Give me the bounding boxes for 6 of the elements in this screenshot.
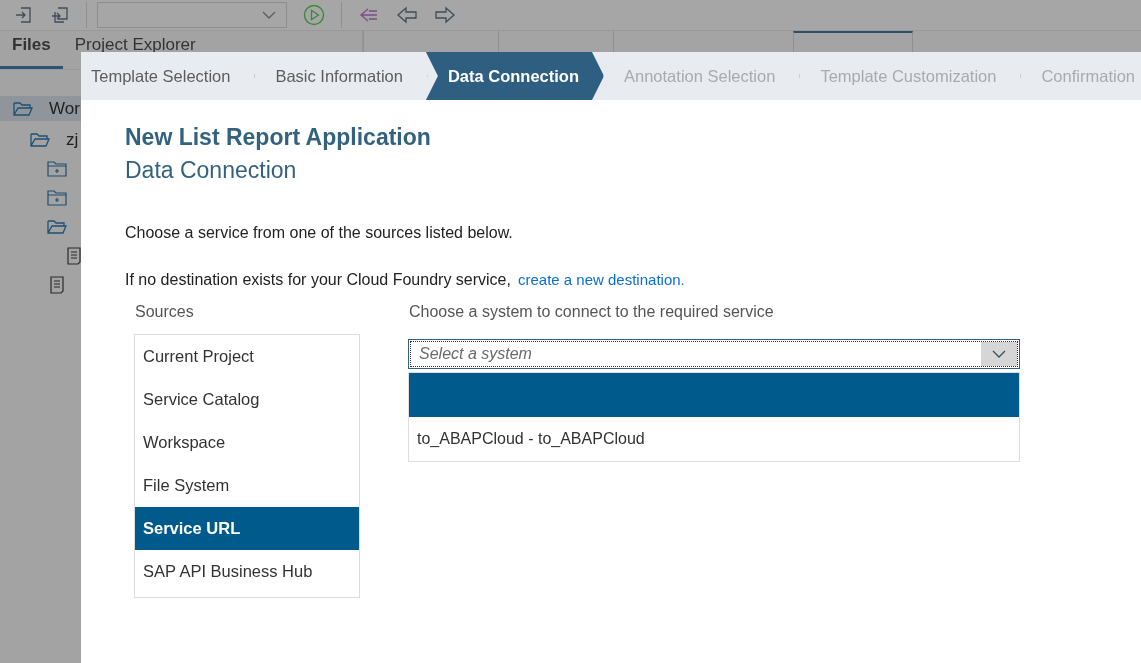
sources-label: Sources: [135, 303, 195, 322]
system-label: Choose a system to connect to the required service: [409, 303, 775, 322]
dialog-title: New List Report Application: [125, 124, 432, 151]
note-text: If no destination exists for your Cloud Foundry service,: [125, 271, 511, 289]
instruction-text: Choose a service from one of the sources listed below.: [125, 224, 514, 242]
dialog-subtitle: Data Connection: [125, 157, 298, 184]
